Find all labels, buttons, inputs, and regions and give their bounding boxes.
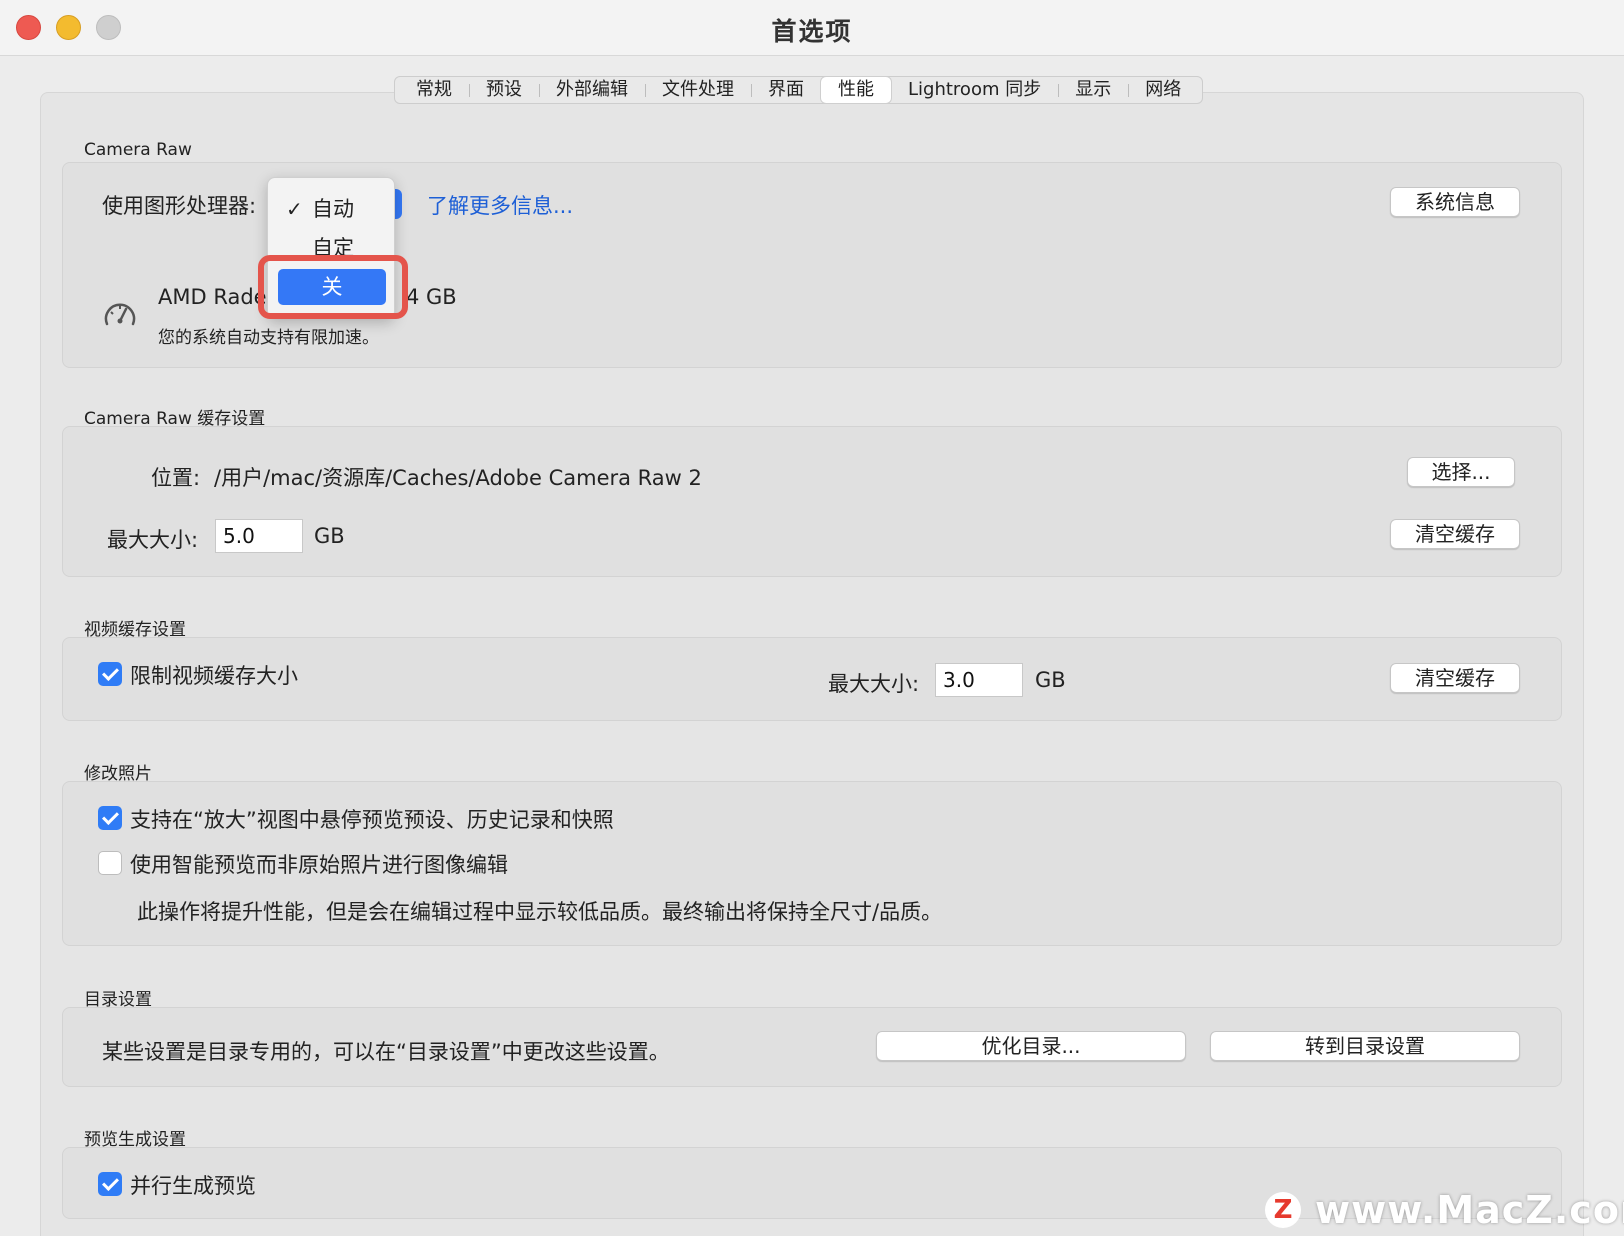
tab-interface[interactable]: 界面	[751, 77, 821, 103]
video-max-size-label: 最大大小:	[828, 672, 920, 696]
system-info-button[interactable]: 系统信息	[1390, 187, 1520, 217]
gpu-option-auto[interactable]: ✓ 自动	[268, 191, 394, 227]
window-title: 首选项	[771, 17, 853, 46]
speedometer-icon	[102, 297, 138, 331]
gpu-label: 使用图形处理器:	[102, 194, 257, 218]
tab-network[interactable]: 网络	[1128, 77, 1198, 103]
gpu-name: AMD Rade	[158, 285, 267, 309]
learn-more-link[interactable]: 了解更多信息...	[427, 190, 573, 220]
gpu-status: 您的系统自动支持有限加速。	[158, 328, 379, 348]
parallel-preview-checkbox[interactable]	[98, 1172, 122, 1196]
watermark: Z www.MacZ.com	[1265, 1187, 1624, 1233]
tab-presets[interactable]: 预设	[469, 77, 539, 103]
gpu-memory: 4 GB	[406, 285, 457, 309]
tab-general[interactable]: 常规	[399, 77, 469, 103]
cache-location-value: /用户/mac/资源库/Caches/Adobe Camera Raw 2	[214, 466, 702, 490]
smart-preview-note: 此操作将提升性能，但是会在编辑过程中显示较低品质。最终输出将保持全尺寸/品质。	[137, 900, 943, 924]
optimize-catalog-button[interactable]: 优化目录...	[876, 1031, 1186, 1061]
tab-display[interactable]: 显示	[1058, 77, 1128, 103]
tab-performance[interactable]: 性能	[821, 77, 891, 103]
choose-location-button[interactable]: 选择...	[1407, 457, 1515, 487]
watermark-text: www.MacZ.com	[1315, 1188, 1624, 1232]
cache-group	[62, 426, 1562, 577]
hover-preview-label: 支持在“放大”视图中悬停预览预设、历史记录和快照	[130, 808, 614, 832]
checkmark-icon: ✓	[286, 197, 303, 221]
cache-max-size-input[interactable]: 5.0	[215, 519, 303, 553]
cache-max-size-label: 最大大小:	[107, 528, 199, 552]
highlight-annotation	[258, 255, 408, 319]
tab-lightroom-sync[interactable]: Lightroom 同步	[891, 77, 1058, 103]
limit-video-cache-checkbox[interactable]	[98, 662, 122, 686]
tab-external-editing[interactable]: 外部编辑	[539, 77, 645, 103]
macz-logo-icon: Z	[1265, 1192, 1301, 1228]
hover-preview-checkbox[interactable]	[98, 806, 122, 830]
goto-catalog-settings-button[interactable]: 转到目录设置	[1210, 1031, 1520, 1061]
limit-video-cache-label: 限制视频缓存大小	[130, 664, 298, 688]
tab-file-handling[interactable]: 文件处理	[645, 77, 751, 103]
cache-unit: GB	[314, 524, 345, 548]
clear-cache-button[interactable]: 清空缓存	[1390, 519, 1520, 549]
parallel-preview-label: 并行生成预览	[130, 1174, 256, 1198]
clear-video-cache-button[interactable]: 清空缓存	[1390, 663, 1520, 693]
cache-location-label: 位置:	[151, 466, 201, 490]
tab-bar: 常规 预设 外部编辑 文件处理 界面 性能 Lightroom 同步 显示 网络	[394, 76, 1204, 104]
catalog-description: 某些设置是目录专用的，可以在“目录设置”中更改这些设置。	[102, 1040, 670, 1064]
smart-preview-label: 使用智能预览而非原始照片进行图像编辑	[130, 853, 508, 877]
camera-raw-section-label: Camera Raw	[84, 140, 192, 160]
video-max-size-input[interactable]: 3.0	[935, 663, 1023, 697]
video-cache-unit: GB	[1035, 668, 1066, 692]
smart-preview-checkbox[interactable]	[98, 851, 122, 875]
title-bar: 首选项	[0, 0, 1624, 56]
